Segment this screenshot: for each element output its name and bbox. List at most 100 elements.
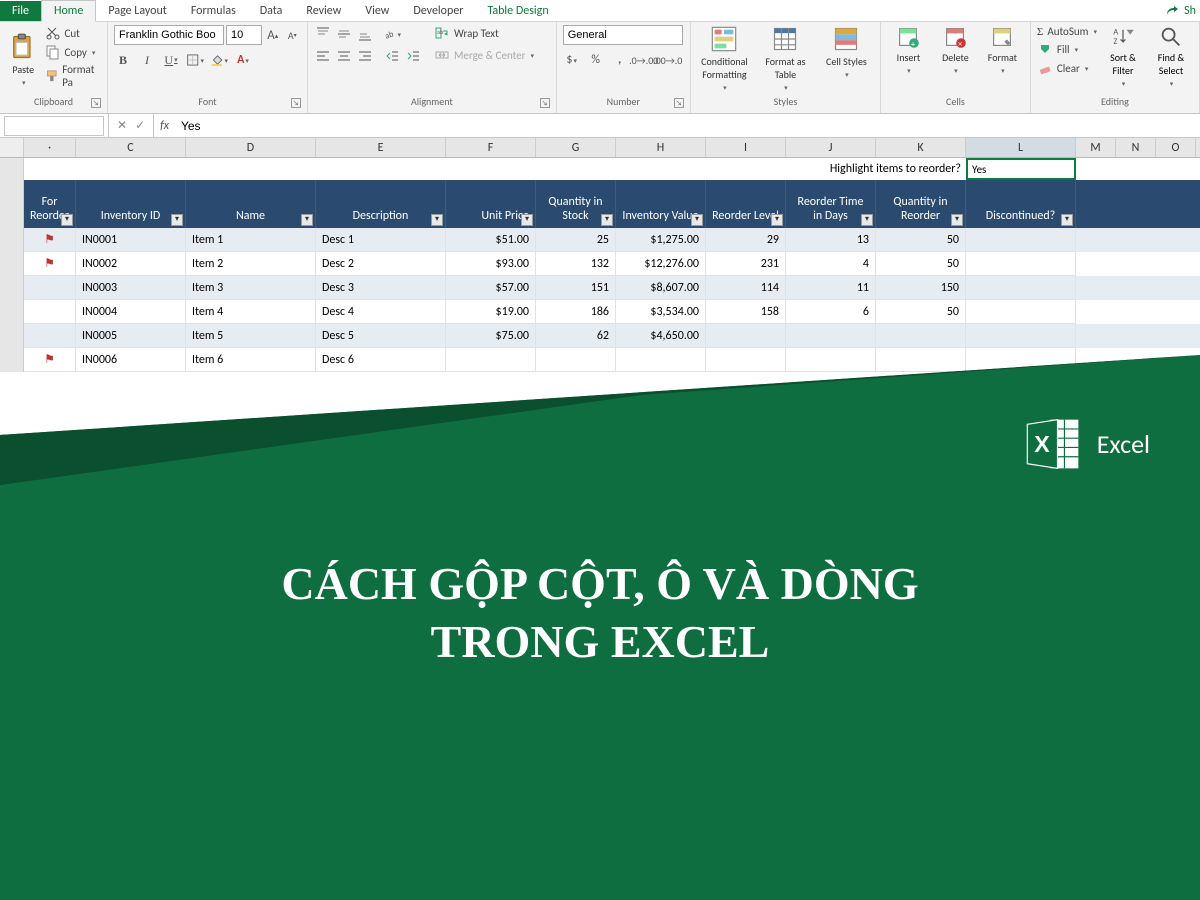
wrap-text-button[interactable]: ab Wrap Text: [434, 25, 534, 41]
align-right-button[interactable]: [356, 47, 374, 65]
col-name[interactable]: Name▾: [186, 180, 316, 228]
filter-icon[interactable]: ▾: [951, 214, 963, 226]
cut-button[interactable]: Cut: [45, 25, 101, 41]
conditional-formatting-button[interactable]: Conditional Formatting▾: [697, 25, 752, 92]
underline-button[interactable]: U▾: [162, 51, 180, 69]
col-discontinued[interactable]: Discontinued?▾: [966, 180, 1076, 228]
enter-formula-button[interactable]: ✓: [135, 118, 145, 133]
clear-button[interactable]: Clear▾: [1037, 60, 1097, 76]
tab-review[interactable]: Review: [294, 1, 353, 21]
table-row[interactable]: IN0003Item 3Desc 3$57.00151$8,607.001141…: [0, 276, 1200, 300]
worksheet[interactable]: Highlight items to reorder? Yes For Reor…: [0, 158, 1200, 372]
italic-button[interactable]: I: [138, 51, 156, 69]
filter-icon[interactable]: ▾: [431, 214, 443, 226]
align-left-button[interactable]: [314, 47, 332, 65]
autosum-button[interactable]: Σ AutoSum▾: [1037, 25, 1097, 38]
col-header[interactable]: O: [1156, 138, 1196, 157]
col-description[interactable]: Description▾: [316, 180, 446, 228]
tab-home[interactable]: Home: [41, 0, 96, 22]
decrease-indent-button[interactable]: [383, 47, 401, 65]
dialog-launcher-icon[interactable]: ↘: [291, 98, 301, 108]
font-size-input[interactable]: [226, 25, 262, 45]
tab-file[interactable]: File: [0, 1, 41, 21]
cancel-formula-button[interactable]: ✕: [117, 118, 127, 133]
comma-style-button[interactable]: ,: [611, 51, 629, 69]
merge-center-button[interactable]: Merge & Center▾: [434, 47, 534, 63]
col-qty-stock[interactable]: Quantity in Stock▾: [536, 180, 616, 228]
tab-data[interactable]: Data: [248, 1, 295, 21]
tab-table-design[interactable]: Table Design: [475, 1, 560, 21]
align-middle-button[interactable]: [335, 25, 353, 43]
number-format-select[interactable]: [563, 25, 683, 45]
orientation-button[interactable]: ab▾: [383, 25, 401, 43]
increase-indent-button[interactable]: [404, 47, 422, 65]
col-header[interactable]: G: [536, 138, 616, 157]
align-bottom-button[interactable]: [356, 25, 374, 43]
font-color-button[interactable]: A▾: [234, 51, 252, 69]
formula-input[interactable]: [175, 117, 1200, 135]
col-header[interactable]: D: [186, 138, 316, 157]
sort-filter-button[interactable]: AZ Sort & Filter▾: [1101, 25, 1145, 95]
table-row[interactable]: ⚑IN0001Item 1Desc 1$51.0025$1,275.002913…: [0, 228, 1200, 252]
table-row[interactable]: ⚑IN0002Item 2Desc 2$93.00132$12,276.0023…: [0, 252, 1200, 276]
dialog-launcher-icon[interactable]: ↘: [540, 98, 550, 108]
col-header[interactable]: J: [786, 138, 876, 157]
cell-styles-button[interactable]: Cell Styles▾: [819, 25, 874, 92]
col-inventory-value[interactable]: Inventory Value▾: [616, 180, 706, 228]
col-header[interactable]: ·: [24, 138, 76, 157]
col-header[interactable]: N: [1116, 138, 1156, 157]
filter-icon[interactable]: ▾: [301, 214, 313, 226]
filter-icon[interactable]: ▾: [1061, 214, 1073, 226]
table-row[interactable]: IN0004Item 4Desc 4$19.00186$3,534.001586…: [0, 300, 1200, 324]
increase-font-button[interactable]: A▴: [264, 26, 282, 44]
fx-icon[interactable]: fx: [153, 114, 175, 137]
find-select-button[interactable]: Find & Select▾: [1149, 25, 1193, 95]
col-unit-price[interactable]: Unit Price▾: [446, 180, 536, 228]
table-row[interactable]: IN0005Item 5Desc 5$75.0062$4,650.00: [0, 324, 1200, 348]
tab-developer[interactable]: Developer: [401, 1, 475, 21]
share-button[interactable]: Sh: [1164, 3, 1196, 19]
insert-cells-button[interactable]: + Insert▾: [887, 25, 930, 95]
filter-icon[interactable]: ▾: [771, 214, 783, 226]
select-all-corner[interactable]: [0, 138, 24, 157]
percent-button[interactable]: %: [587, 51, 605, 69]
increase-decimal-button[interactable]: .0→.00: [635, 51, 653, 69]
dialog-launcher-icon[interactable]: ↘: [674, 98, 684, 108]
bold-button[interactable]: B: [114, 51, 132, 69]
filter-icon[interactable]: ▾: [521, 214, 533, 226]
format-painter-button[interactable]: Format Pa: [45, 63, 101, 89]
col-inventory-id[interactable]: Inventory ID▾: [76, 180, 186, 228]
font-name-input[interactable]: [114, 25, 224, 45]
fill-color-button[interactable]: ▾: [210, 51, 228, 69]
paste-button[interactable]: Paste ▾: [6, 25, 41, 95]
tab-page-layout[interactable]: Page Layout: [96, 1, 178, 21]
tab-formulas[interactable]: Formulas: [179, 1, 248, 21]
col-header[interactable]: L: [966, 138, 1076, 157]
col-qty-reorder[interactable]: Quantity in Reorder▾: [876, 180, 966, 228]
decrease-font-button[interactable]: A▾: [284, 26, 302, 44]
tab-view[interactable]: View: [353, 1, 401, 21]
align-top-button[interactable]: [314, 25, 332, 43]
col-header[interactable]: E: [316, 138, 446, 157]
col-reorder-time[interactable]: Reorder Time in Days▾: [786, 180, 876, 228]
delete-cells-button[interactable]: × Delete▾: [934, 25, 977, 95]
copy-button[interactable]: Copy▾: [45, 44, 101, 60]
col-header[interactable]: M: [1076, 138, 1116, 157]
dialog-launcher-icon[interactable]: ↘: [91, 98, 101, 108]
col-for-reorder[interactable]: For Reorder▾: [24, 180, 76, 228]
decrease-decimal-button[interactable]: .00→.0: [659, 51, 677, 69]
highlight-value-cell[interactable]: Yes: [966, 158, 1076, 180]
currency-button[interactable]: $▾: [563, 51, 581, 69]
filter-icon[interactable]: ▾: [601, 214, 613, 226]
borders-button[interactable]: ▾: [186, 51, 204, 69]
fill-button[interactable]: Fill▾: [1037, 41, 1097, 57]
filter-icon[interactable]: ▾: [691, 214, 703, 226]
col-header[interactable]: K: [876, 138, 966, 157]
filter-icon[interactable]: ▾: [171, 214, 183, 226]
col-header[interactable]: F: [446, 138, 536, 157]
align-center-button[interactable]: [335, 47, 353, 65]
col-header[interactable]: I: [706, 138, 786, 157]
format-as-table-button[interactable]: Format as Table▾: [758, 25, 813, 92]
col-reorder-level[interactable]: Reorder Level▾: [706, 180, 786, 228]
col-header[interactable]: H: [616, 138, 706, 157]
